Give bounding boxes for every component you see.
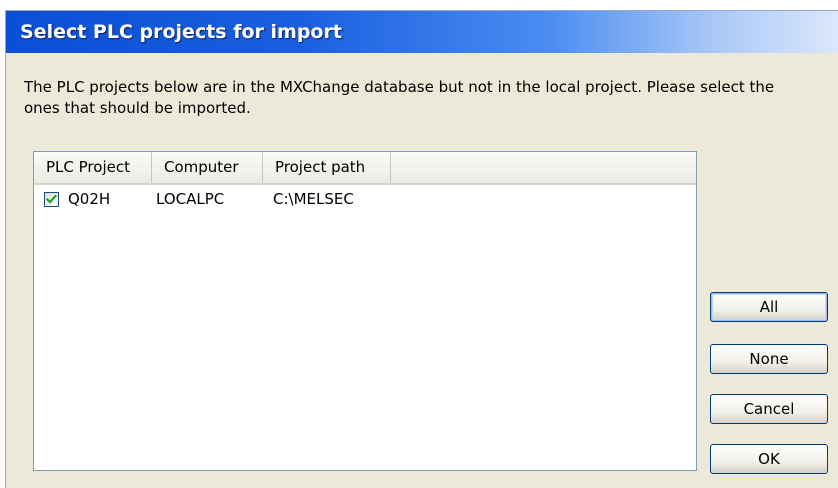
title-bar[interactable]: Select PLC projects for import <box>6 11 838 53</box>
select-all-button[interactable]: All <box>710 292 828 322</box>
ok-button[interactable]: OK <box>710 444 828 474</box>
select-none-button[interactable]: None <box>710 344 828 374</box>
plc-project-list[interactable]: PLC Project Computer Project path Q02H L… <box>33 151 697 471</box>
cancel-button[interactable]: Cancel <box>710 394 828 424</box>
cell-computer: LOCALPC <box>156 190 225 208</box>
column-header-project-path[interactable]: Project path <box>263 152 391 183</box>
list-header: PLC Project Computer Project path <box>34 152 696 185</box>
table-row[interactable]: Q02H LOCALPC C:\MELSEC <box>34 188 696 214</box>
cell-project-path: C:\MELSEC <box>273 190 354 208</box>
dialog-title: Select PLC projects for import <box>20 21 342 43</box>
import-dialog: Select PLC projects for import The PLC p… <box>5 10 838 488</box>
column-header-plc-project[interactable]: PLC Project <box>34 152 152 183</box>
cell-plc-project: Q02H <box>68 190 111 208</box>
row-checkbox[interactable] <box>44 192 59 207</box>
checkmark-icon <box>45 194 58 204</box>
dialog-description: The PLC projects below are in the MXChan… <box>24 78 775 117</box>
column-header-computer[interactable]: Computer <box>152 152 263 183</box>
